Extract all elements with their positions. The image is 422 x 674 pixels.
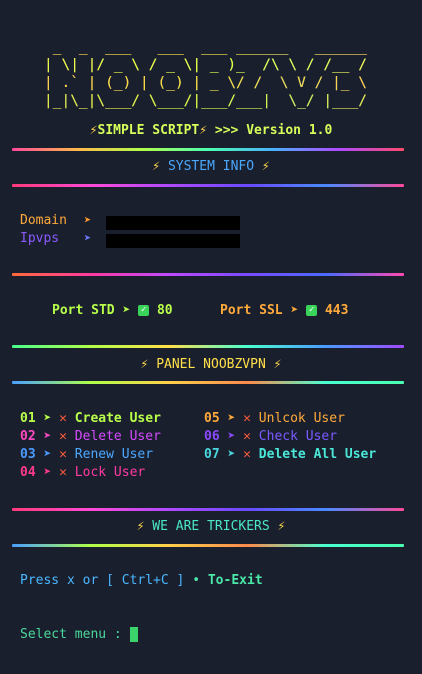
exit-hint-prefix: Press x or [ Ctrl+C ]	[20, 573, 185, 588]
bolt-icon: ⚡	[273, 357, 282, 372]
divider	[12, 381, 404, 384]
check-box-icon: ✓	[138, 305, 150, 316]
menu-label: Create User	[74, 411, 161, 426]
menu-label: Unlcok User	[258, 411, 345, 426]
text-cursor[interactable]	[129, 627, 138, 642]
menu-num: 06	[204, 429, 220, 444]
bolt-icon: ⚡	[140, 357, 149, 372]
panel-title-label: PANEL NOOBZVPN	[156, 357, 266, 372]
menu-item-renew-user[interactable]: 03 ➤ ✕ Renew User	[20, 447, 153, 462]
version-arrows: >>>	[214, 123, 239, 138]
menu-num: 04	[20, 465, 36, 480]
domain-value-redacted	[106, 216, 240, 230]
port-std: Port STD ➤ ✓ 80	[52, 303, 173, 318]
bolt-icon: ⚡	[277, 519, 286, 534]
arrow-right-icon: ➤	[43, 447, 52, 462]
menu-label: Check User	[258, 429, 338, 444]
bolt-icon: ⚡	[199, 123, 208, 138]
port-std-label: Port STD	[52, 303, 115, 318]
version-header: ⚡SIMPLE SCRIPT⚡ >>> Version 1.0	[0, 123, 422, 138]
panel-title: ⚡ PANEL NOOBZVPN ⚡	[0, 357, 422, 372]
x-mark-icon: ✕	[59, 447, 67, 462]
port-ssl: Port SSL ➤ ✓ 443	[220, 303, 348, 318]
divider	[12, 508, 404, 511]
arrow-right-icon: ➤	[84, 213, 92, 227]
menu-item-create-user[interactable]: 01 ➤ ✕ Create User	[20, 411, 161, 426]
menu-label: Lock User	[74, 465, 146, 480]
ipvps-value-redacted	[106, 234, 240, 248]
port-std-value: 80	[156, 303, 173, 318]
exit-hint-suffix: To-Exit	[207, 573, 263, 588]
menu-num: 07	[204, 447, 220, 462]
script-label: SIMPLE SCRIPT	[97, 123, 200, 138]
bolt-icon: ⚡	[261, 159, 270, 174]
ascii-banner: _ _ ___ ___ ___ ______ ______ | \| |/ _ \…	[44, 38, 367, 110]
system-info-title: ⚡ SYSTEM INFO ⚡	[0, 159, 422, 174]
menu-num: 02	[20, 429, 36, 444]
menu-item-delete-user[interactable]: 02 ➤ ✕ Delete User	[20, 429, 161, 444]
menu-prompt[interactable]: Select menu :	[20, 627, 138, 642]
arrow-right-icon: ➤	[43, 411, 52, 426]
port-ssl-label: Port SSL	[220, 303, 283, 318]
domain-label: Domain	[20, 213, 67, 228]
menu-label: Delete All User	[258, 447, 377, 462]
arrow-right-icon: ➤	[122, 303, 131, 318]
x-mark-icon: ✕	[243, 411, 251, 426]
arrow-right-icon: ➤	[227, 447, 236, 462]
system-info-label: SYSTEM INFO	[167, 159, 255, 174]
exit-hint-bullet: •	[192, 573, 201, 588]
divider	[12, 544, 404, 547]
arrow-right-icon: ➤	[43, 465, 52, 480]
version-text: Version 1.0	[246, 123, 333, 138]
port-ssl-value: 443	[324, 303, 349, 318]
menu-item-unlock-user[interactable]: 05 ➤ ✕ Unlcok User	[204, 411, 345, 426]
ipvps-label: Ipvps	[20, 231, 60, 246]
menu-num: 03	[20, 447, 36, 462]
menu-item-lock-user[interactable]: 04 ➤ ✕ Lock User	[20, 465, 145, 480]
bolt-icon: ⚡	[152, 159, 161, 174]
footer-title-label: WE ARE TRICKERS	[152, 519, 270, 534]
arrow-right-icon: ➤	[43, 429, 52, 444]
bolt-icon: ⚡	[89, 123, 98, 138]
divider	[12, 273, 404, 276]
ascii-line-4: |_|\_|\___/ \___/|___/___| \_/ |___/	[44, 93, 368, 109]
prompt-label: Select menu :	[20, 627, 122, 642]
ascii-line-2: | \| |/ _ \ / _ \| _ )_ /\ \ / /__ /	[44, 57, 368, 73]
menu-num: 05	[204, 411, 220, 426]
ascii-line-1: _ _ ___ ___ ___ ______ ______	[44, 39, 368, 55]
arrow-right-icon: ➤	[84, 231, 92, 245]
menu-item-check-user[interactable]: 06 ➤ ✕ Check User	[204, 429, 337, 444]
check-box-icon: ✓	[306, 305, 318, 316]
x-mark-icon: ✕	[59, 465, 67, 480]
x-mark-icon: ✕	[59, 411, 67, 426]
arrow-right-icon: ➤	[290, 303, 299, 318]
menu-label: Delete User	[74, 429, 161, 444]
bolt-icon: ⚡	[136, 519, 145, 534]
divider	[12, 345, 404, 348]
menu-item-delete-all-user[interactable]: 07 ➤ ✕ Delete All User	[204, 447, 376, 462]
divider	[12, 148, 404, 151]
arrow-right-icon: ➤	[227, 429, 236, 444]
x-mark-icon: ✕	[243, 447, 251, 462]
footer-title: ⚡ WE ARE TRICKERS ⚡	[0, 519, 422, 534]
x-mark-icon: ✕	[59, 429, 67, 444]
menu-num: 01	[20, 411, 36, 426]
exit-hint: Press x or [ Ctrl+C ] • To-Exit	[20, 573, 263, 588]
menu-label: Renew User	[74, 447, 154, 462]
divider	[12, 184, 404, 187]
arrow-right-icon: ➤	[227, 411, 236, 426]
x-mark-icon: ✕	[243, 429, 251, 444]
ascii-line-3: | .` | (_) | (_) | _ \/ / \ V / |_ \	[44, 75, 368, 91]
